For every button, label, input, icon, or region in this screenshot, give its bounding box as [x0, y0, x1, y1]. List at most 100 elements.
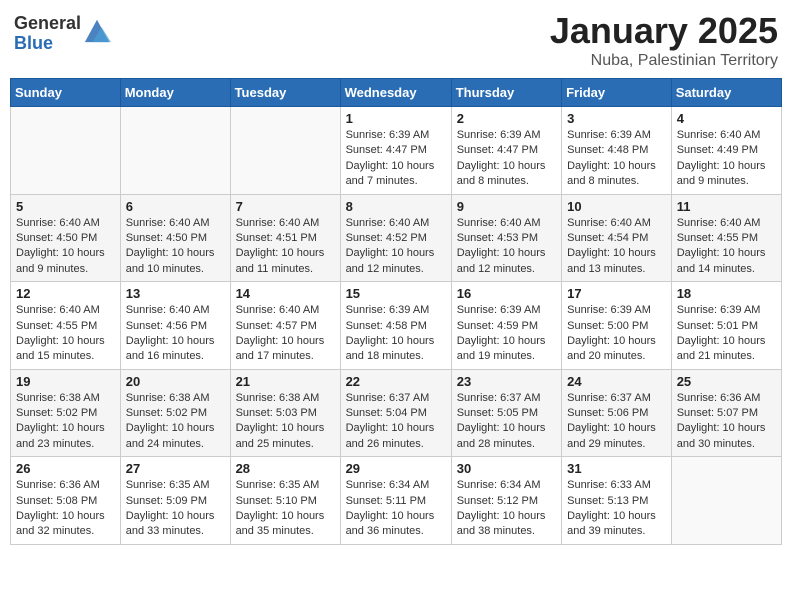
- day-number: 25: [677, 374, 776, 389]
- day-info: Sunrise: 6:36 AMSunset: 5:07 PMDaylight:…: [677, 392, 766, 450]
- weekday-header-saturday: Saturday: [671, 79, 781, 107]
- day-number: 15: [346, 286, 446, 301]
- weekday-header-wednesday: Wednesday: [340, 79, 451, 107]
- day-number: 28: [236, 461, 335, 476]
- calendar-cell: 7 Sunrise: 6:40 AMSunset: 4:51 PMDayligh…: [230, 194, 340, 282]
- calendar-cell: [230, 107, 340, 195]
- day-info: Sunrise: 6:40 AMSunset: 4:57 PMDaylight:…: [236, 304, 325, 362]
- calendar-cell: 29 Sunrise: 6:34 AMSunset: 5:11 PMDaylig…: [340, 457, 451, 545]
- day-info: Sunrise: 6:40 AMSunset: 4:50 PMDaylight:…: [126, 217, 215, 275]
- calendar-cell: 2 Sunrise: 6:39 AMSunset: 4:47 PMDayligh…: [451, 107, 561, 195]
- day-number: 8: [346, 199, 446, 214]
- calendar-cell: 16 Sunrise: 6:39 AMSunset: 4:59 PMDaylig…: [451, 282, 561, 370]
- day-info: Sunrise: 6:36 AMSunset: 5:08 PMDaylight:…: [16, 479, 105, 537]
- calendar-subtitle: Nuba, Palestinian Territory: [550, 52, 778, 70]
- calendar-cell: 5 Sunrise: 6:40 AMSunset: 4:50 PMDayligh…: [11, 194, 121, 282]
- day-info: Sunrise: 6:35 AMSunset: 5:09 PMDaylight:…: [126, 479, 215, 537]
- calendar-cell: 10 Sunrise: 6:40 AMSunset: 4:54 PMDaylig…: [562, 194, 672, 282]
- logo-icon: [83, 16, 111, 44]
- weekday-header-tuesday: Tuesday: [230, 79, 340, 107]
- day-info: Sunrise: 6:39 AMSunset: 4:58 PMDaylight:…: [346, 304, 435, 362]
- weekday-header-sunday: Sunday: [11, 79, 121, 107]
- day-number: 1: [346, 111, 446, 126]
- day-info: Sunrise: 6:37 AMSunset: 5:05 PMDaylight:…: [457, 392, 546, 450]
- day-number: 27: [126, 461, 225, 476]
- day-info: Sunrise: 6:39 AMSunset: 5:01 PMDaylight:…: [677, 304, 766, 362]
- day-number: 16: [457, 286, 556, 301]
- calendar-cell: 28 Sunrise: 6:35 AMSunset: 5:10 PMDaylig…: [230, 457, 340, 545]
- day-number: 17: [567, 286, 666, 301]
- day-info: Sunrise: 6:39 AMSunset: 4:59 PMDaylight:…: [457, 304, 546, 362]
- day-info: Sunrise: 6:39 AMSunset: 4:47 PMDaylight:…: [346, 129, 435, 187]
- day-info: Sunrise: 6:40 AMSunset: 4:54 PMDaylight:…: [567, 217, 656, 275]
- calendar-cell: [11, 107, 121, 195]
- calendar-cell: 31 Sunrise: 6:33 AMSunset: 5:13 PMDaylig…: [562, 457, 672, 545]
- day-number: 23: [457, 374, 556, 389]
- weekday-header-thursday: Thursday: [451, 79, 561, 107]
- day-info: Sunrise: 6:40 AMSunset: 4:51 PMDaylight:…: [236, 217, 325, 275]
- calendar-cell: [120, 107, 230, 195]
- day-number: 19: [16, 374, 115, 389]
- calendar-cell: 18 Sunrise: 6:39 AMSunset: 5:01 PMDaylig…: [671, 282, 781, 370]
- calendar-cell: 13 Sunrise: 6:40 AMSunset: 4:56 PMDaylig…: [120, 282, 230, 370]
- calendar-cell: 22 Sunrise: 6:37 AMSunset: 5:04 PMDaylig…: [340, 369, 451, 457]
- day-info: Sunrise: 6:40 AMSunset: 4:50 PMDaylight:…: [16, 217, 105, 275]
- calendar-title: January 2025: [550, 10, 778, 52]
- day-info: Sunrise: 6:40 AMSunset: 4:53 PMDaylight:…: [457, 217, 546, 275]
- day-number: 9: [457, 199, 556, 214]
- calendar-week-row: 19 Sunrise: 6:38 AMSunset: 5:02 PMDaylig…: [11, 369, 782, 457]
- calendar-cell: 30 Sunrise: 6:34 AMSunset: 5:12 PMDaylig…: [451, 457, 561, 545]
- logo-general: General: [14, 14, 81, 34]
- day-number: 21: [236, 374, 335, 389]
- day-number: 29: [346, 461, 446, 476]
- day-number: 3: [567, 111, 666, 126]
- calendar-cell: 14 Sunrise: 6:40 AMSunset: 4:57 PMDaylig…: [230, 282, 340, 370]
- day-number: 13: [126, 286, 225, 301]
- calendar-cell: 25 Sunrise: 6:36 AMSunset: 5:07 PMDaylig…: [671, 369, 781, 457]
- day-number: 26: [16, 461, 115, 476]
- calendar-cell: 23 Sunrise: 6:37 AMSunset: 5:05 PMDaylig…: [451, 369, 561, 457]
- calendar-cell: 17 Sunrise: 6:39 AMSunset: 5:00 PMDaylig…: [562, 282, 672, 370]
- day-number: 22: [346, 374, 446, 389]
- day-info: Sunrise: 6:40 AMSunset: 4:56 PMDaylight:…: [126, 304, 215, 362]
- calendar-cell: 20 Sunrise: 6:38 AMSunset: 5:02 PMDaylig…: [120, 369, 230, 457]
- day-info: Sunrise: 6:39 AMSunset: 5:00 PMDaylight:…: [567, 304, 656, 362]
- day-number: 10: [567, 199, 666, 214]
- day-info: Sunrise: 6:38 AMSunset: 5:02 PMDaylight:…: [126, 392, 215, 450]
- calendar-week-row: 12 Sunrise: 6:40 AMSunset: 4:55 PMDaylig…: [11, 282, 782, 370]
- day-number: 24: [567, 374, 666, 389]
- calendar-cell: 21 Sunrise: 6:38 AMSunset: 5:03 PMDaylig…: [230, 369, 340, 457]
- calendar-cell: 4 Sunrise: 6:40 AMSunset: 4:49 PMDayligh…: [671, 107, 781, 195]
- day-info: Sunrise: 6:33 AMSunset: 5:13 PMDaylight:…: [567, 479, 656, 537]
- calendar-cell: 27 Sunrise: 6:35 AMSunset: 5:09 PMDaylig…: [120, 457, 230, 545]
- day-number: 11: [677, 199, 776, 214]
- calendar-cell: 19 Sunrise: 6:38 AMSunset: 5:02 PMDaylig…: [11, 369, 121, 457]
- day-info: Sunrise: 6:40 AMSunset: 4:55 PMDaylight:…: [16, 304, 105, 362]
- day-number: 4: [677, 111, 776, 126]
- day-number: 12: [16, 286, 115, 301]
- calendar-header-row: SundayMondayTuesdayWednesdayThursdayFrid…: [11, 79, 782, 107]
- day-info: Sunrise: 6:39 AMSunset: 4:47 PMDaylight:…: [457, 129, 546, 187]
- day-number: 14: [236, 286, 335, 301]
- day-number: 7: [236, 199, 335, 214]
- calendar-cell: 15 Sunrise: 6:39 AMSunset: 4:58 PMDaylig…: [340, 282, 451, 370]
- day-info: Sunrise: 6:40 AMSunset: 4:52 PMDaylight:…: [346, 217, 435, 275]
- weekday-header-monday: Monday: [120, 79, 230, 107]
- calendar-cell: 12 Sunrise: 6:40 AMSunset: 4:55 PMDaylig…: [11, 282, 121, 370]
- day-info: Sunrise: 6:37 AMSunset: 5:06 PMDaylight:…: [567, 392, 656, 450]
- calendar-week-row: 26 Sunrise: 6:36 AMSunset: 5:08 PMDaylig…: [11, 457, 782, 545]
- day-number: 6: [126, 199, 225, 214]
- calendar-week-row: 1 Sunrise: 6:39 AMSunset: 4:47 PMDayligh…: [11, 107, 782, 195]
- logo: General Blue: [14, 14, 111, 54]
- day-info: Sunrise: 6:40 AMSunset: 4:55 PMDaylight:…: [677, 217, 766, 275]
- calendar-table: SundayMondayTuesdayWednesdayThursdayFrid…: [10, 78, 782, 545]
- day-info: Sunrise: 6:37 AMSunset: 5:04 PMDaylight:…: [346, 392, 435, 450]
- day-number: 30: [457, 461, 556, 476]
- weekday-header-friday: Friday: [562, 79, 672, 107]
- day-info: Sunrise: 6:40 AMSunset: 4:49 PMDaylight:…: [677, 129, 766, 187]
- day-number: 18: [677, 286, 776, 301]
- calendar-cell: 8 Sunrise: 6:40 AMSunset: 4:52 PMDayligh…: [340, 194, 451, 282]
- calendar-cell: 3 Sunrise: 6:39 AMSunset: 4:48 PMDayligh…: [562, 107, 672, 195]
- calendar-cell: 6 Sunrise: 6:40 AMSunset: 4:50 PMDayligh…: [120, 194, 230, 282]
- calendar-cell: 11 Sunrise: 6:40 AMSunset: 4:55 PMDaylig…: [671, 194, 781, 282]
